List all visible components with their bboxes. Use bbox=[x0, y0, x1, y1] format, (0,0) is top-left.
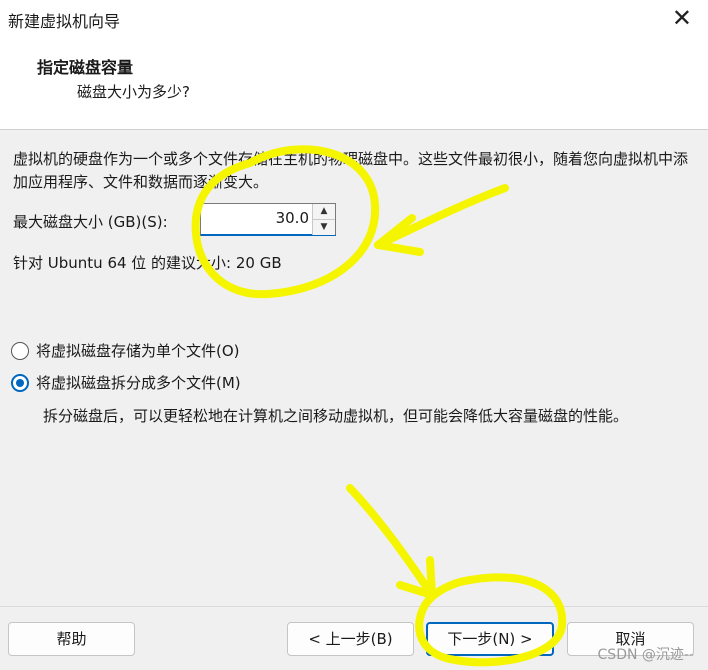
title-bar: 新建虚拟机向导 ✕ bbox=[0, 0, 708, 38]
radio-button[interactable] bbox=[11, 341, 29, 360]
next-button[interactable]: 下一步(N) > bbox=[426, 622, 554, 656]
recommended-size-text: 针对 Ubuntu 64 位 的建议大小: 20 GB bbox=[13, 254, 282, 272]
radio-single-file-label: 将虚拟磁盘存储为单个文件(O) bbox=[36, 342, 240, 360]
disk-size-input[interactable]: 30.0 bbox=[276, 209, 309, 227]
spinner-down-icon[interactable]: ▼ bbox=[313, 220, 335, 235]
window-title: 新建虚拟机向导 bbox=[8, 12, 121, 31]
radio-split-files-label: 将虚拟磁盘拆分成多个文件(M) bbox=[36, 374, 241, 392]
radio-single-file[interactable]: 将虚拟磁盘存储为单个文件(O) bbox=[11, 340, 240, 361]
radio-split-files[interactable]: 将虚拟磁盘拆分成多个文件(M) bbox=[11, 372, 241, 393]
watermark: CSDN @沉迹-- bbox=[597, 647, 694, 663]
help-button[interactable]: 帮助 bbox=[8, 622, 135, 656]
arrow-to-size-head bbox=[374, 214, 424, 256]
disk-size-label: 最大磁盘大小 (GB)(S): bbox=[13, 213, 168, 231]
arrow-to-next bbox=[346, 484, 436, 599]
page-subtitle: 磁盘大小为多少? bbox=[77, 83, 190, 101]
back-button[interactable]: < 上一步(B) bbox=[287, 622, 414, 656]
split-note-text: 拆分磁盘后，可以更轻松地在计算机之间移动虚拟机，但可能会降低大容量磁盘的性能。 bbox=[43, 407, 629, 425]
disk-size-spinner[interactable]: 30.0 ▲ ▼ bbox=[200, 203, 336, 236]
arrow-to-size bbox=[374, 184, 509, 249]
spinner-buttons: ▲ ▼ bbox=[312, 204, 335, 235]
wizard-header: 指定磁盘容量 磁盘大小为多少? bbox=[0, 37, 708, 130]
spinner-up-icon[interactable]: ▲ bbox=[313, 204, 335, 220]
footer-divider bbox=[0, 606, 708, 607]
close-icon[interactable]: ✕ bbox=[672, 4, 692, 32]
description-text: 虚拟机的硬盘作为一个或多个文件存储在主机的物理磁盘中。这些文件最初很小，随着您向… bbox=[13, 150, 689, 191]
page-title: 指定磁盘容量 bbox=[37, 58, 134, 77]
arrow-to-next-head bbox=[396, 556, 436, 599]
radio-button-selected[interactable] bbox=[11, 373, 29, 392]
